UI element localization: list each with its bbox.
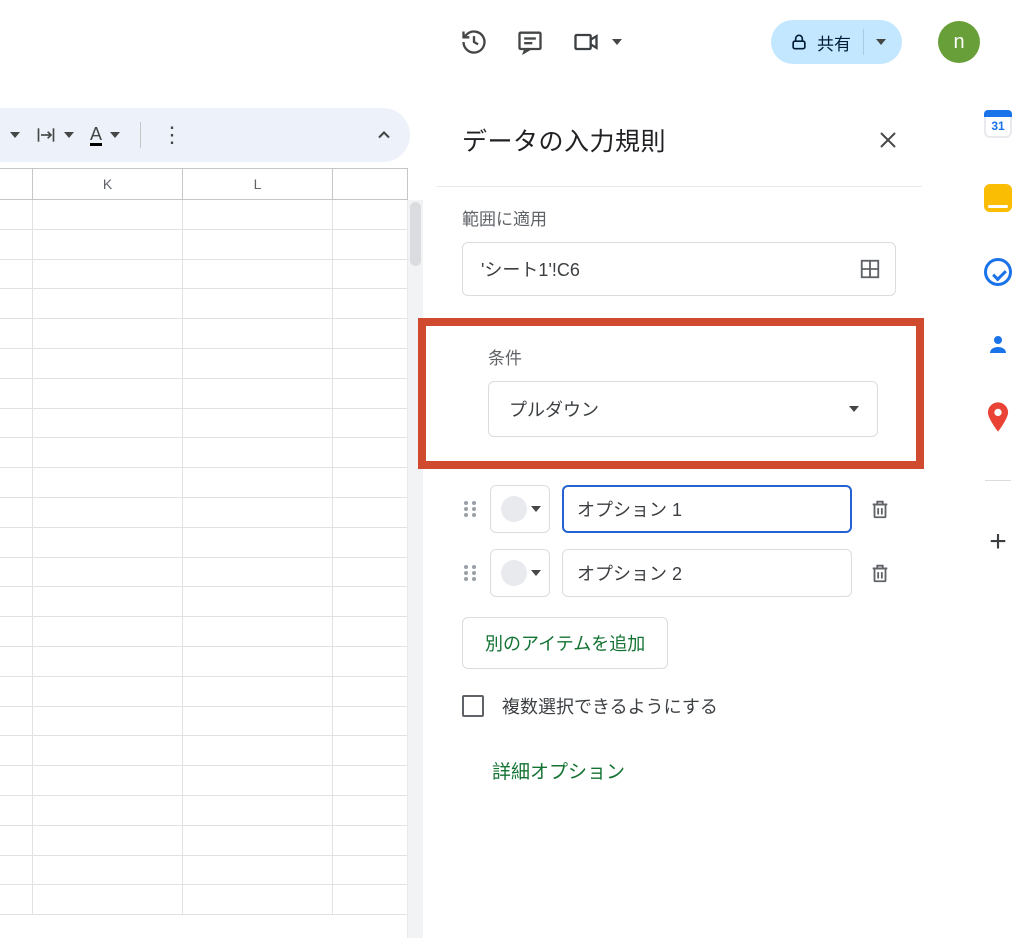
caret-down-icon: [612, 39, 622, 45]
divider: [140, 122, 141, 148]
contacts-app-icon[interactable]: [986, 332, 1010, 356]
table-row[interactable]: [0, 379, 407, 409]
share-dropdown[interactable]: [864, 39, 898, 45]
advanced-options-label: 詳細オプション: [492, 762, 625, 783]
text-wrap-button[interactable]: [30, 125, 80, 145]
share-button[interactable]: 共有: [771, 20, 902, 64]
column-header[interactable]: L: [183, 169, 333, 199]
table-row[interactable]: [0, 558, 407, 588]
table-row[interactable]: [0, 528, 407, 558]
multi-select-checkbox[interactable]: [462, 695, 484, 717]
drag-handle-icon[interactable]: [462, 499, 478, 519]
maps-app-icon[interactable]: [987, 402, 1009, 432]
table-row[interactable]: [0, 796, 407, 826]
multi-select-label: 複数選択できるようにする: [502, 693, 718, 719]
side-rail: 31 +: [972, 96, 1024, 557]
table-row[interactable]: [0, 468, 407, 498]
range-label: 範囲に適用: [462, 205, 896, 230]
keep-app-icon[interactable]: [984, 184, 1012, 212]
avatar[interactable]: n: [938, 21, 980, 63]
avatar-letter: n: [953, 31, 964, 54]
dropdown-option-row: [436, 481, 922, 545]
table-row[interactable]: [0, 617, 407, 647]
table-row[interactable]: [0, 289, 407, 319]
table-row[interactable]: [0, 677, 407, 707]
panel-title: データの入力規則: [462, 122, 666, 158]
collapse-toolbar[interactable]: [374, 125, 394, 145]
table-row[interactable]: [0, 319, 407, 349]
option-color-chip[interactable]: [490, 549, 550, 597]
spreadsheet-grid[interactable]: KL: [0, 168, 408, 938]
table-row[interactable]: [0, 856, 407, 886]
criteria-highlight: 条件 プルダウン: [418, 318, 924, 469]
select-range-icon[interactable]: [859, 258, 881, 280]
advanced-options-button[interactable]: 詳細オプション: [436, 729, 922, 794]
column-header[interactable]: [0, 169, 33, 199]
option-color-chip[interactable]: [490, 485, 550, 533]
delete-option-icon[interactable]: [864, 562, 896, 584]
caret-down-icon: [849, 406, 859, 412]
history-icon[interactable]: [460, 28, 488, 56]
criteria-value: プルダウン: [509, 396, 599, 422]
table-row[interactable]: [0, 766, 407, 796]
criteria-label: 条件: [488, 344, 878, 369]
table-row[interactable]: [0, 200, 407, 230]
table-row[interactable]: [0, 736, 407, 766]
table-row[interactable]: [0, 826, 407, 856]
table-row[interactable]: [0, 647, 407, 677]
range-input[interactable]: [479, 258, 859, 281]
option-input[interactable]: [562, 549, 852, 597]
comments-icon[interactable]: [516, 28, 544, 56]
lock-icon: [789, 32, 809, 52]
table-row[interactable]: [0, 438, 407, 468]
add-item-button[interactable]: 別のアイテムを追加: [462, 617, 668, 669]
rail-separator: [985, 480, 1011, 481]
add-item-label: 別のアイテムを追加: [485, 630, 645, 656]
column-header[interactable]: K: [33, 169, 183, 199]
caret-down-icon: [531, 506, 541, 512]
toolbar-dropdown-1[interactable]: [4, 132, 26, 138]
range-section: 範囲に適用: [436, 187, 922, 304]
criteria-select[interactable]: プルダウン: [488, 381, 878, 437]
top-bar: 共有 n: [460, 14, 980, 70]
table-row[interactable]: [0, 498, 407, 528]
grid-rows: [0, 200, 407, 915]
meet-button[interactable]: [572, 28, 622, 56]
dropdown-option-row: [436, 545, 922, 609]
more-menu[interactable]: ⋮: [155, 122, 189, 148]
calendar-app-icon[interactable]: 31: [984, 110, 1012, 138]
table-row[interactable]: [0, 349, 407, 379]
vertical-scrollbar[interactable]: [407, 200, 423, 938]
share-label: 共有: [817, 30, 851, 55]
option-input[interactable]: [562, 485, 852, 533]
close-icon[interactable]: [876, 128, 900, 152]
toolbar: A ⋮: [0, 108, 410, 162]
data-validation-panel: データの入力規則 範囲に適用 条件 プルダウン: [436, 92, 922, 938]
table-row[interactable]: [0, 707, 407, 737]
caret-down-icon: [531, 570, 541, 576]
table-row[interactable]: [0, 587, 407, 617]
drag-handle-icon[interactable]: [462, 563, 478, 583]
delete-option-icon[interactable]: [864, 498, 896, 520]
table-row[interactable]: [0, 260, 407, 290]
add-addon-button[interactable]: +: [989, 527, 1007, 557]
table-row[interactable]: [0, 230, 407, 260]
table-row[interactable]: [0, 409, 407, 439]
table-row[interactable]: [0, 885, 407, 915]
column-headers: KL: [0, 168, 407, 200]
text-color-button[interactable]: A: [84, 125, 126, 146]
tasks-app-icon[interactable]: [984, 258, 1012, 286]
